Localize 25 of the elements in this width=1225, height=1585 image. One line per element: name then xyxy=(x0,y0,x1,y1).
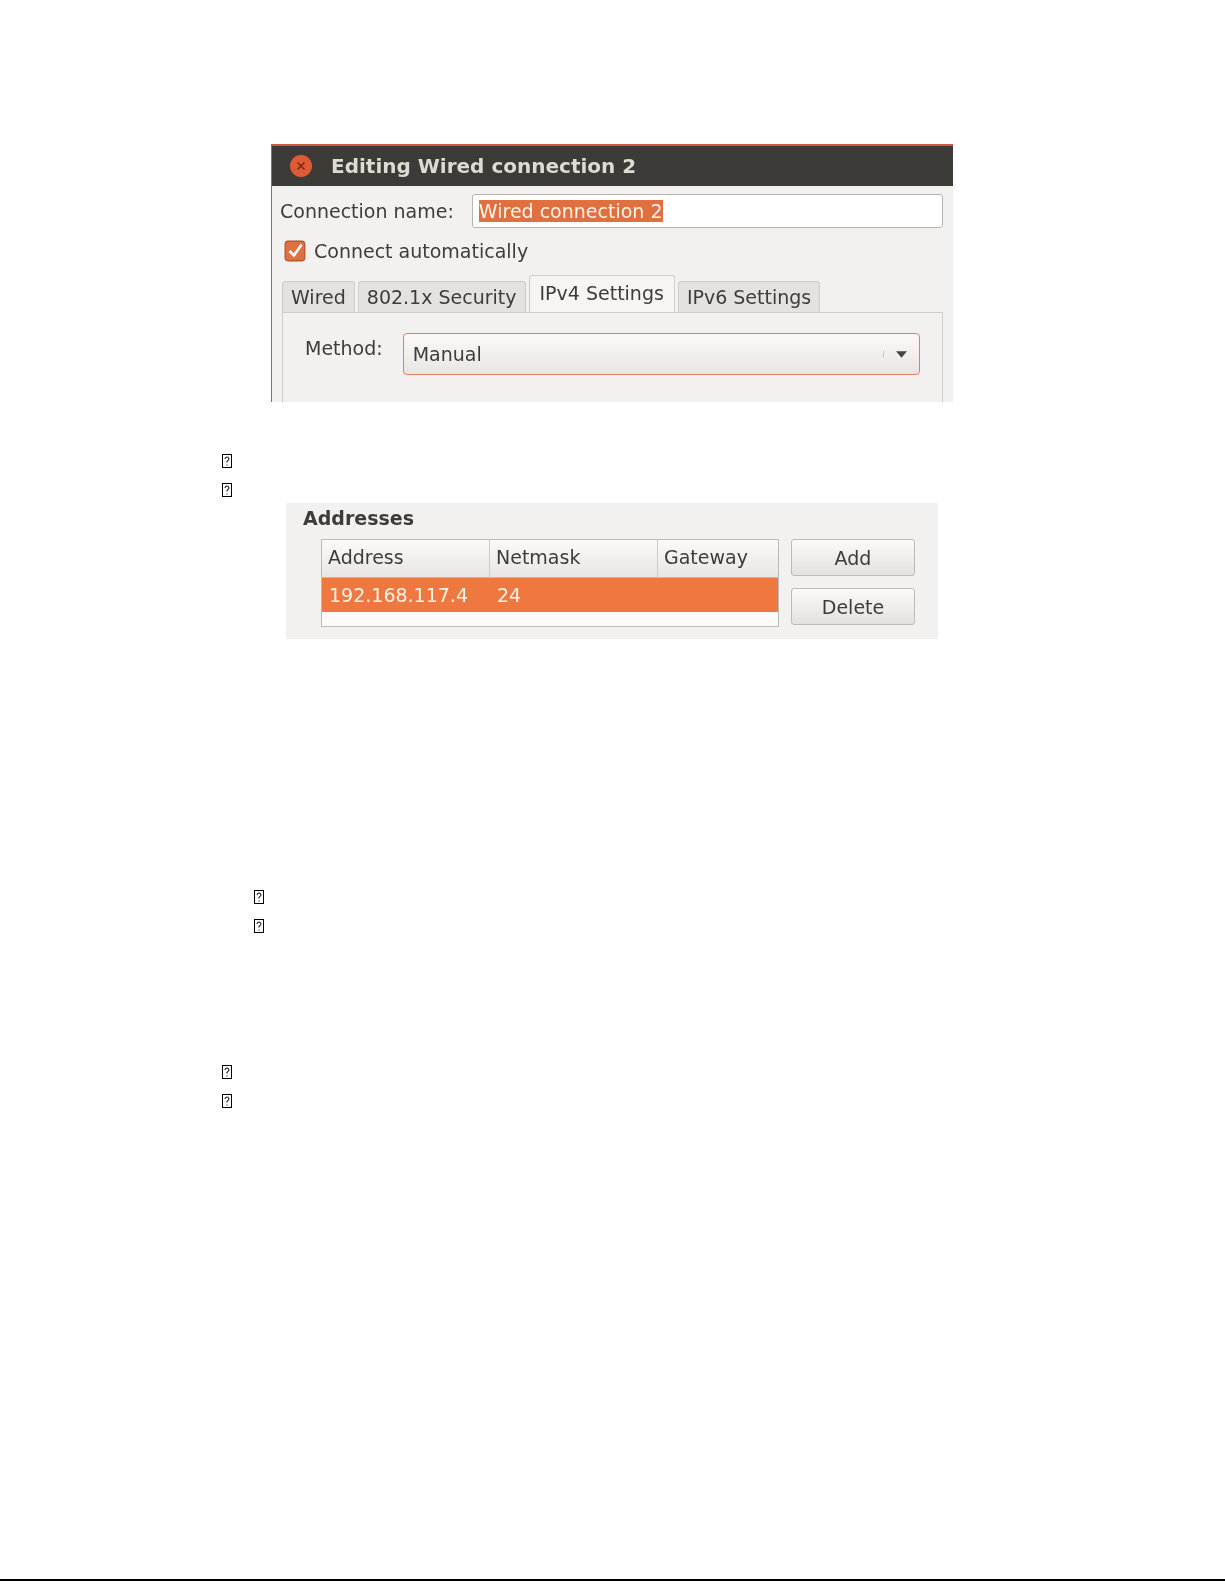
missing-glyph-icon xyxy=(254,919,264,933)
missing-glyph-icon xyxy=(222,1065,232,1079)
checkbox-label: Connect automatically xyxy=(314,240,529,262)
column-header[interactable]: Gateway xyxy=(658,540,778,577)
missing-glyph-icon xyxy=(254,890,264,904)
method-dropdown[interactable]: Manual xyxy=(402,333,920,375)
table-cell-text: 192.168.117.4 xyxy=(328,584,469,606)
tab[interactable]: IPv4 Settings xyxy=(528,275,675,312)
missing-glyph-icon xyxy=(222,454,232,468)
column-header[interactable]: Netmask xyxy=(490,540,658,577)
table-cell-text: 24 xyxy=(496,584,523,606)
dialog-button[interactable]: Add xyxy=(791,539,915,576)
tab[interactable]: Wired xyxy=(282,281,355,312)
tab[interactable]: IPv6 Settings xyxy=(677,281,821,312)
missing-glyph-icon xyxy=(222,1094,232,1108)
checkbox[interactable] xyxy=(284,240,306,262)
missing-glyph-icon xyxy=(222,483,232,497)
section-title: Addresses xyxy=(303,507,415,529)
method-label: Method: xyxy=(305,337,383,359)
window-title: Editing Wired connection 2 xyxy=(331,154,637,178)
column-header[interactable]: Address xyxy=(322,540,490,577)
close-icon[interactable] xyxy=(289,154,313,178)
field-label: Connection name: xyxy=(280,200,454,222)
dialog-button[interactable]: Delete xyxy=(791,588,915,625)
tab[interactable]: 802.1x Security xyxy=(357,281,526,312)
